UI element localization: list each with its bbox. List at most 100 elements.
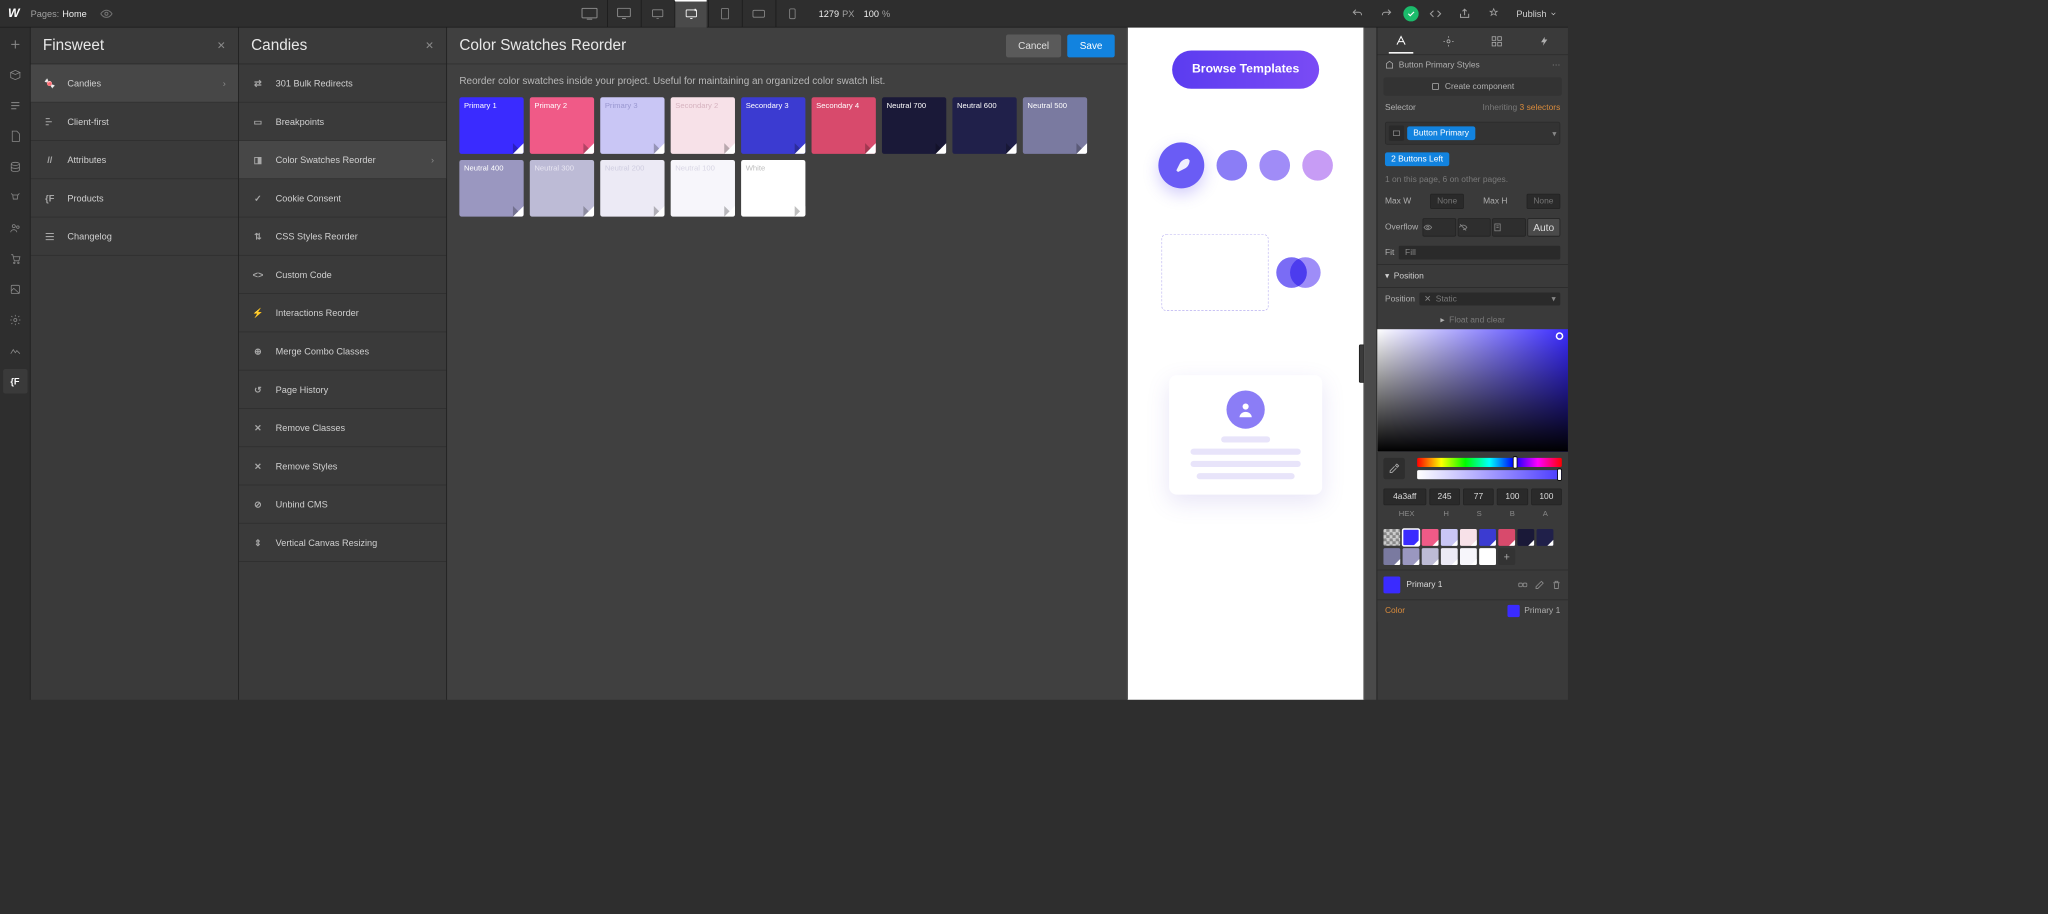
bp-lg-icon[interactable] [641, 0, 673, 27]
bp-tablet-icon[interactable] [708, 0, 740, 27]
status-ok-icon[interactable] [1403, 6, 1418, 21]
swatch-neutral-500[interactable]: Neutral 500 [1023, 97, 1087, 154]
candies-item-breakpoints[interactable]: ▭Breakpoints [239, 103, 446, 141]
swatch-neutral-100[interactable]: Neutral 100 [671, 160, 735, 217]
finsweet-icon[interactable]: {F [3, 369, 27, 393]
mini-swatch[interactable] [1479, 548, 1496, 565]
combo-chip[interactable]: 2 Buttons Left [1385, 152, 1449, 166]
position-section[interactable]: ▾Position [1377, 264, 1568, 288]
a-input[interactable]: 100 [1531, 488, 1562, 505]
bp-mobile-icon[interactable] [776, 0, 808, 27]
candies-item-merge-combo-classes[interactable]: ⊕Merge Combo Classes [239, 332, 446, 370]
candies-item-301-bulk-redirects[interactable]: ⇄301 Bulk Redirects [239, 64, 446, 102]
swatch-neutral-300[interactable]: Neutral 300 [530, 160, 594, 217]
alpha-slider[interactable] [1417, 470, 1562, 479]
finsweet-item-attributes[interactable]: //Attributes [31, 141, 238, 179]
cms-icon[interactable] [3, 155, 27, 179]
cancel-button[interactable]: Cancel [1006, 34, 1061, 57]
finsweet-item-client-first[interactable]: Client-first [31, 103, 238, 141]
nav-list-icon[interactable] [3, 93, 27, 117]
s-input[interactable]: 77 [1463, 488, 1494, 505]
overflow-hidden-icon[interactable] [1458, 218, 1491, 236]
maxw-input[interactable] [1430, 194, 1464, 209]
b-input[interactable]: 100 [1497, 488, 1528, 505]
canvas-dimensions[interactable]: 1279 PX 100 % [819, 8, 891, 19]
mini-swatch[interactable] [1517, 529, 1534, 546]
swatch-neutral-700[interactable]: Neutral 700 [882, 97, 946, 154]
detach-icon[interactable] [1517, 580, 1528, 591]
swatch-primary-1[interactable]: Primary 1 [459, 97, 523, 154]
add-element-icon[interactable] [3, 32, 27, 56]
mini-swatch[interactable] [1383, 548, 1400, 565]
bp-base-icon[interactable] [675, 0, 707, 27]
share-icon[interactable] [1452, 1, 1476, 25]
eyedropper-icon[interactable] [1383, 458, 1404, 479]
users-icon[interactable] [3, 216, 27, 240]
assets-icon[interactable] [3, 277, 27, 301]
overflow-auto-button[interactable]: Auto [1527, 218, 1560, 236]
swatch-secondary-4[interactable]: Secondary 4 [812, 97, 876, 154]
candies-item-css-styles-reorder[interactable]: ⇅CSS Styles Reorder [239, 217, 446, 255]
swatch-secondary-3[interactable]: Secondary 3 [741, 97, 805, 154]
settings-icon[interactable] [3, 308, 27, 332]
edit-icon[interactable] [1534, 580, 1545, 591]
sv-field[interactable] [1377, 329, 1568, 451]
close-icon[interactable]: ✕ [425, 39, 434, 52]
position-select[interactable]: ✕Static▾ [1420, 292, 1561, 305]
settings-tab-icon[interactable] [1437, 29, 1461, 53]
publish-button[interactable]: Publish [1510, 8, 1563, 19]
finsweet-item-changelog[interactable]: Changelog [31, 217, 238, 255]
swatch-neutral-600[interactable]: Neutral 600 [952, 97, 1016, 154]
hue-slider[interactable] [1417, 458, 1562, 467]
candies-item-unbind-cms[interactable]: ⊘Unbind CMS [239, 485, 446, 523]
candies-item-color-swatches-reorder[interactable]: ◨Color Swatches Reorder› [239, 141, 446, 179]
candies-item-interactions-reorder[interactable]: ⚡Interactions Reorder [239, 294, 446, 332]
preview-eye-icon[interactable] [94, 1, 118, 25]
mini-swatch[interactable] [1403, 548, 1420, 565]
h-input[interactable]: 245 [1429, 488, 1460, 505]
layout-tab-icon[interactable] [1484, 29, 1508, 53]
maxh-input[interactable] [1527, 194, 1561, 209]
style-breadcrumb[interactable]: Button Primary Styles ⋯ [1377, 55, 1568, 74]
code-icon[interactable] [1423, 1, 1447, 25]
save-button[interactable]: Save [1068, 34, 1115, 57]
overflow-scroll-icon[interactable] [1492, 218, 1525, 236]
mini-swatch[interactable] [1479, 529, 1496, 546]
finsweet-item-products[interactable]: {FProducts [31, 179, 238, 217]
float-clear-toggle[interactable]: ▸ Float and clear [1377, 310, 1568, 329]
color-value[interactable]: Primary 1 [1507, 605, 1560, 617]
class-chip[interactable]: Button Primary [1407, 126, 1475, 140]
ecommerce-icon[interactable] [3, 185, 27, 209]
selector-scope-icon[interactable] [1389, 126, 1404, 141]
mini-swatch[interactable] [1403, 529, 1420, 546]
audit-icon[interactable] [1481, 1, 1505, 25]
nav-box-icon[interactable] [3, 63, 27, 87]
mini-swatch[interactable] [1422, 548, 1439, 565]
resize-handle[interactable] [1359, 345, 1364, 383]
candies-item-page-history[interactable]: ↺Page History [239, 371, 446, 409]
hex-input[interactable]: 4a3aff [1383, 488, 1426, 505]
style-tab-icon[interactable] [1389, 29, 1413, 53]
bp-xl-icon[interactable] [607, 0, 639, 27]
swatch-primary-2[interactable]: Primary 2 [530, 97, 594, 154]
redo-icon[interactable] [1374, 1, 1398, 25]
inherit-count[interactable]: 3 selectors [1520, 103, 1561, 112]
swatch-neutral-400[interactable]: Neutral 400 [459, 160, 523, 217]
mini-swatch[interactable] [1498, 529, 1515, 546]
mini-swatch[interactable] [1441, 529, 1458, 546]
pages-dropdown[interactable]: Pages: Home [31, 8, 87, 19]
candies-item-cookie-consent[interactable]: ✓Cookie Consent [239, 179, 446, 217]
chevron-down-icon[interactable]: ▾ [1552, 128, 1556, 138]
candies-item-remove-styles[interactable]: ✕Remove Styles [239, 447, 446, 485]
close-icon[interactable]: ✕ [217, 39, 226, 52]
swatch-primary-3[interactable]: Primary 3 [600, 97, 664, 154]
mini-swatch[interactable] [1537, 529, 1554, 546]
swatch-secondary-2[interactable]: Secondary 2 [671, 97, 735, 154]
mini-swatch[interactable] [1441, 548, 1458, 565]
cart-icon[interactable] [3, 247, 27, 271]
candies-item-remove-classes[interactable]: ✕Remove Classes [239, 409, 446, 447]
mini-swatch[interactable] [1422, 529, 1439, 546]
pages-icon[interactable] [3, 124, 27, 148]
add-swatch-button[interactable]: + [1498, 548, 1515, 565]
webflow-logo[interactable]: W [5, 4, 23, 22]
